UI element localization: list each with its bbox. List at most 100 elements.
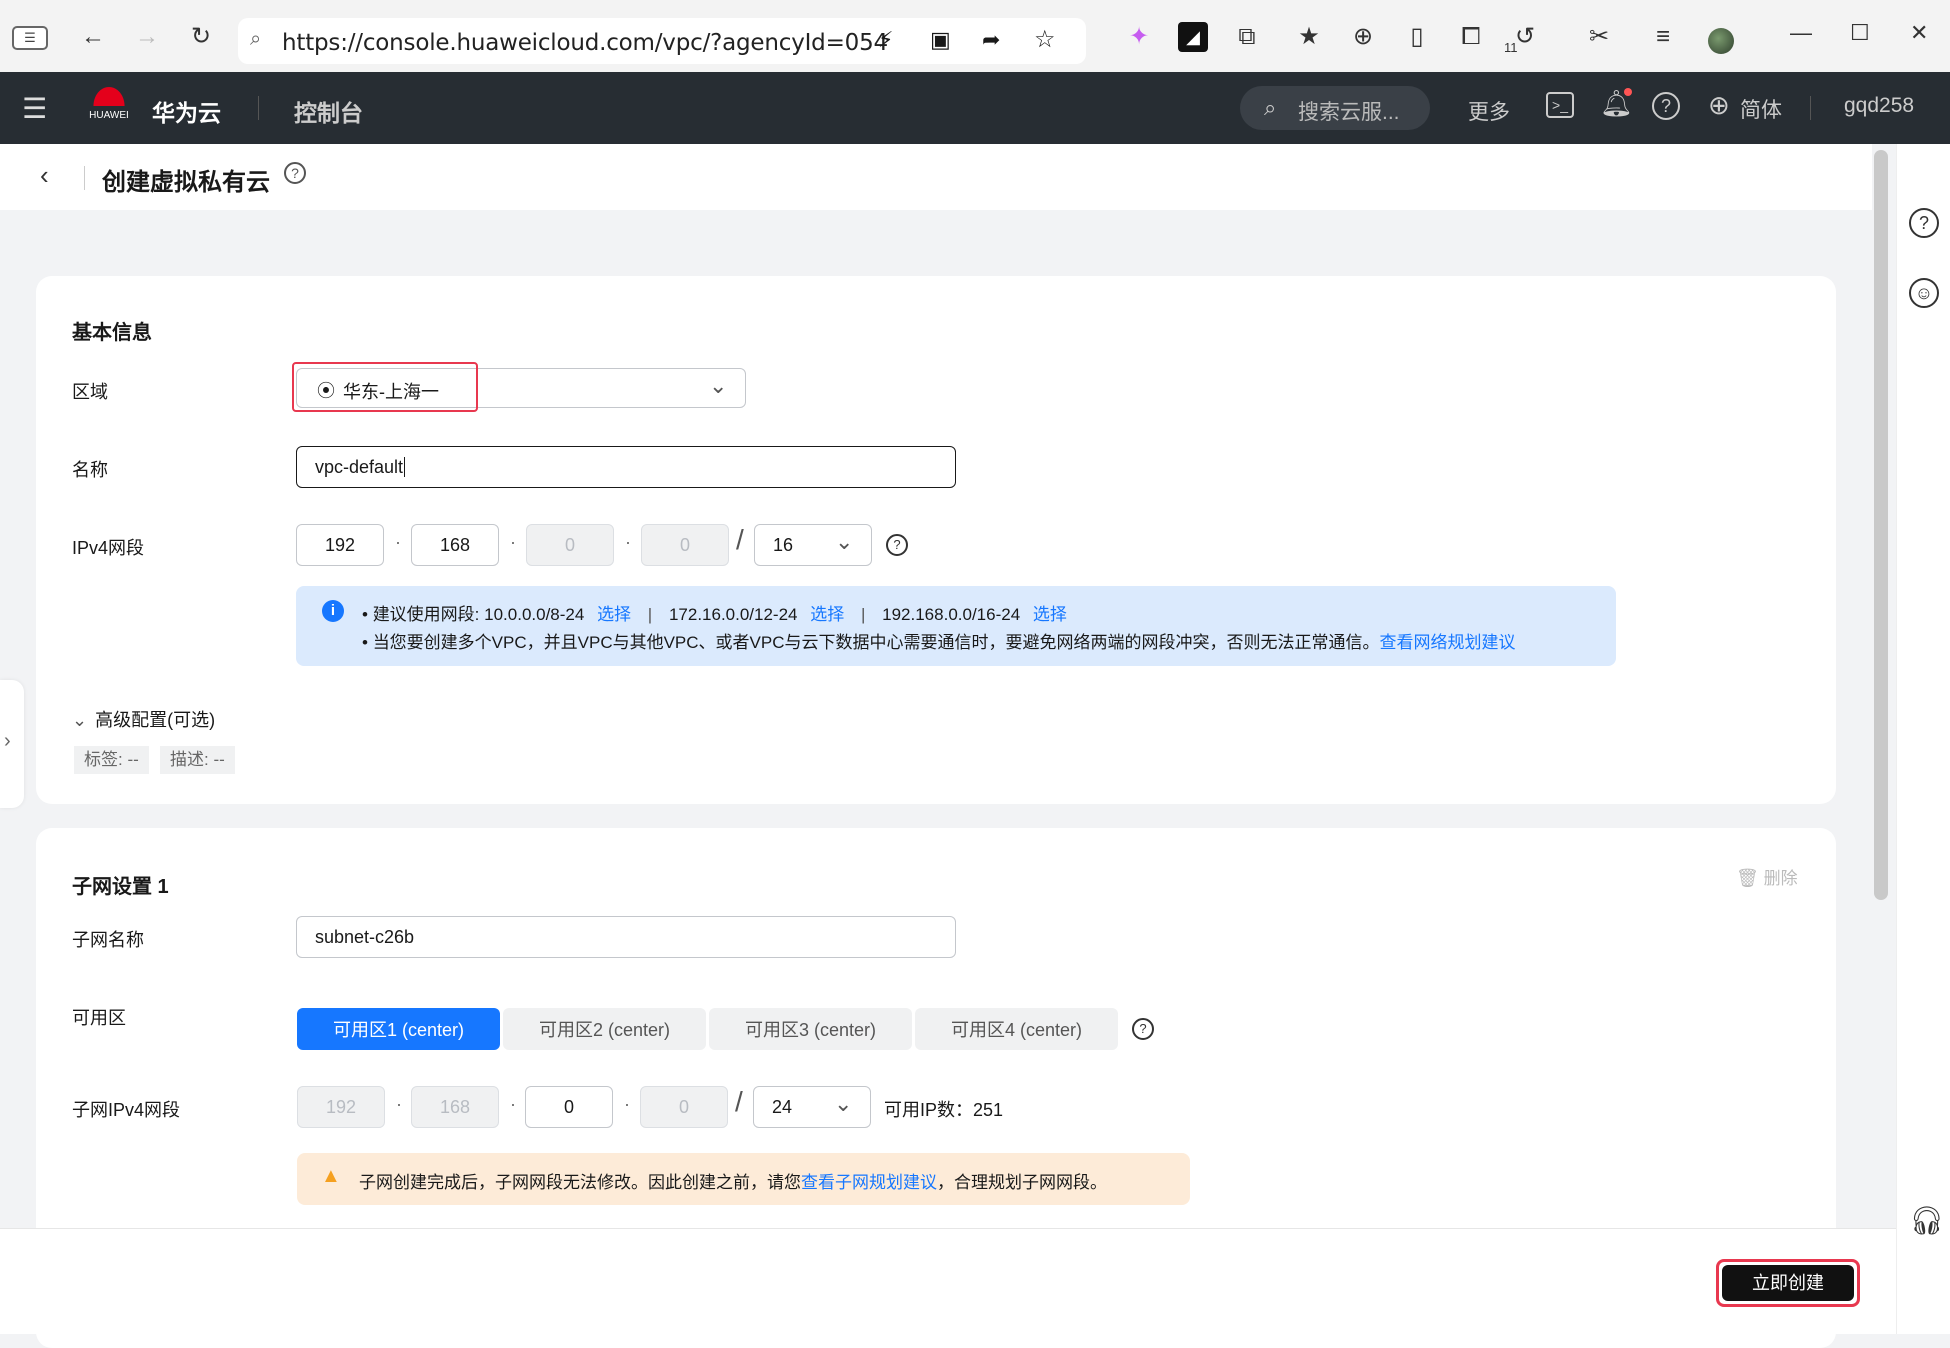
help-center-icon[interactable]: ? xyxy=(1909,208,1939,238)
search-placeholder: 搜索云服... xyxy=(1298,101,1400,124)
globe-icon[interactable]: ⊕ xyxy=(1708,90,1730,121)
share-icon[interactable]: ➦ xyxy=(982,27,1000,53)
subnet-warning-tip: ▲ 子网创建完成后，子网网段无法修改。因此创建之前，请您查看子网规划建议，合理规… xyxy=(297,1153,1190,1205)
favorite-add-icon[interactable]: ☆ xyxy=(1034,25,1056,54)
user-name[interactable]: gqd258 xyxy=(1844,94,1914,118)
warning-prefix: 子网创建完成后，子网网段无法修改。因此创建之前，请您 xyxy=(359,1173,801,1192)
hamburger-menu-icon[interactable]: ☰ xyxy=(22,92,47,125)
az-option-1[interactable]: 可用区1 (center) xyxy=(297,1008,500,1050)
tip-line-2-text: 当您要创建多个VPC，并且VPC与其他VPC、或者VPC与云下数据中心需要通信时… xyxy=(372,633,1380,652)
tab-switcher-icon[interactable]: ☰ xyxy=(12,26,48,50)
az-option-4[interactable]: 可用区4 (center) xyxy=(915,1008,1118,1050)
choose-seg1-link[interactable]: 选择 xyxy=(597,605,631,624)
forward-icon[interactable]: → xyxy=(132,22,162,52)
subnet-octet-3[interactable]: 0 xyxy=(525,1086,613,1128)
ipv4-octet-1[interactable]: 192 xyxy=(296,524,384,566)
warning-text: 子网创建完成后，子网网段无法修改。因此创建之前，请您查看子网规划建议，合理规划子… xyxy=(359,1168,1107,1193)
choose-seg3-link[interactable]: 选择 xyxy=(1033,605,1067,624)
network-plan-link[interactable]: 查看网络规划建议 xyxy=(1380,633,1516,652)
extensions-icon[interactable]: ⧉ xyxy=(1232,22,1262,52)
ipv4-mask-select[interactable]: 16 ⌄ xyxy=(754,524,872,566)
advanced-toggle[interactable]: ⌄ 高级配置(可选) xyxy=(72,706,215,732)
lightning-icon[interactable]: ⚡ xyxy=(878,27,893,53)
cloud-shell-icon[interactable]: >_ xyxy=(1546,92,1574,118)
subnet-ipv4-label: 子网IPv4网段 xyxy=(72,1100,181,1120)
copilot-icon[interactable]: ✦ xyxy=(1124,22,1154,52)
search-box[interactable]: ⌕ 搜索云服... xyxy=(1240,86,1430,130)
back-arrow-icon[interactable]: ‹ xyxy=(40,160,49,191)
menu-icon[interactable]: ≡ xyxy=(1648,22,1678,52)
sidebar-expand-handle[interactable]: › xyxy=(0,680,24,808)
screenshot-icon[interactable]: ▣ xyxy=(930,27,951,53)
scissors-icon[interactable]: ✂ xyxy=(1584,22,1614,52)
customer-service-icon[interactable]: 🎧︎ xyxy=(1909,1204,1945,1237)
close-window-icon[interactable]: ✕ xyxy=(1910,20,1928,46)
tip-seg2: 172.16.0.0/12-24 xyxy=(668,605,798,624)
page-scrollbar[interactable] xyxy=(1874,150,1888,900)
download-icon[interactable]: ⊕ xyxy=(1348,22,1378,52)
favorites-icon[interactable]: ★ xyxy=(1294,22,1324,52)
collections-icon[interactable]: ⧠ xyxy=(1456,22,1486,52)
ipv4-mask-value: 16 xyxy=(773,534,794,555)
phone-icon[interactable]: ▯ xyxy=(1402,22,1432,52)
warning-icon: ▲ xyxy=(321,1165,341,1187)
chevron-right-icon: › xyxy=(4,730,11,752)
tip-seg1: 建议使用网段: 10.0.0.0/8-24 xyxy=(372,605,585,624)
ip-dot: · xyxy=(625,532,631,552)
info-icon: i xyxy=(322,600,344,622)
huawei-logo-text: HUAWEI xyxy=(89,110,129,121)
ip-dot: · xyxy=(624,1094,630,1114)
az-option-3[interactable]: 可用区3 (center) xyxy=(709,1008,912,1050)
back-icon[interactable]: ← xyxy=(78,22,108,52)
chevron-down-icon: ⌄ xyxy=(834,1091,853,1116)
subnet-octet-1: 192 xyxy=(297,1086,385,1128)
available-ip-count: 可用IP数：251 xyxy=(884,1100,1004,1120)
ipv4-octet-2[interactable]: 168 xyxy=(411,524,499,566)
ip-dot: · xyxy=(395,532,401,552)
subnet-plan-link[interactable]: 查看子网规划建议 xyxy=(801,1173,937,1192)
vpc-name-input[interactable]: vpc-default xyxy=(296,446,956,488)
az-option-4-label: 可用区4 (center) xyxy=(950,1020,1083,1040)
name-label: 名称 xyxy=(72,460,108,480)
extension-app-icon[interactable]: ◢ xyxy=(1178,22,1208,52)
chevron-down-icon: ⌄ xyxy=(709,373,728,398)
nav-divider xyxy=(1810,96,1811,120)
subnet-octet-2-value: 168 xyxy=(439,1096,471,1117)
az-option-3-label: 可用区3 (center) xyxy=(744,1020,877,1040)
ipv4-help-icon[interactable]: ? xyxy=(886,534,908,556)
maximize-icon[interactable]: ☐ xyxy=(1850,20,1870,46)
question-icon[interactable]: ? xyxy=(284,162,306,184)
subnet-name-input[interactable]: subnet-c26b xyxy=(296,916,956,958)
az-help-icon[interactable]: ? xyxy=(1132,1018,1154,1040)
url-text: https://console.huaweicloud.com/vpc/?age… xyxy=(282,30,888,56)
trash-icon: 🗑︎ xyxy=(1736,868,1759,888)
brand-name[interactable]: 华为云 xyxy=(152,94,221,128)
huawei-logo[interactable]: HUAWEI xyxy=(88,84,130,130)
chevron-down-icon: ⌄ xyxy=(72,710,88,730)
right-float-sidebar: ? ☺ 🎧︎ xyxy=(1896,144,1950,1334)
help-icon[interactable]: ? xyxy=(1652,92,1680,120)
more-link[interactable]: 更多 xyxy=(1468,96,1510,126)
create-now-button[interactable]: 立即创建 xyxy=(1722,1265,1854,1301)
ipv4-octet-2-value: 168 xyxy=(439,534,471,555)
subnet-mask-select[interactable]: 24 ⌄ xyxy=(753,1086,871,1128)
address-bar[interactable]: ⌕ https://console.huaweicloud.com/vpc/?a… xyxy=(238,18,1086,64)
tab-count-badge: 11 xyxy=(1504,40,1518,55)
az-option-1-label: 可用区1 (center) xyxy=(332,1020,465,1040)
subnet-mask-value: 24 xyxy=(772,1096,793,1117)
subnet-octet-1-value: 192 xyxy=(325,1096,357,1117)
feedback-smile-icon[interactable]: ☺ xyxy=(1909,278,1939,308)
choose-seg2-link[interactable]: 选择 xyxy=(810,605,844,624)
tip-seg3: 192.168.0.0/16-24 xyxy=(882,605,1021,624)
language-link[interactable]: 简体 xyxy=(1740,94,1782,124)
subnet-octet-2: 168 xyxy=(411,1086,499,1128)
huawei-flower-icon xyxy=(91,84,127,106)
minimize-icon[interactable]: — xyxy=(1790,20,1812,46)
az-option-2[interactable]: 可用区2 (center) xyxy=(503,1008,706,1050)
console-link[interactable]: 控制台 xyxy=(294,94,363,128)
reload-icon[interactable]: ↻ xyxy=(186,22,216,52)
ipv4-octet-4-value: 0 xyxy=(679,534,690,555)
tip-line-1: • 建议使用网段: 10.0.0.0/8-24 选择 | 172.16.0.0/… xyxy=(362,605,1067,624)
profile-avatar[interactable] xyxy=(1708,28,1734,54)
advanced-label: 高级配置(可选) xyxy=(95,710,216,730)
